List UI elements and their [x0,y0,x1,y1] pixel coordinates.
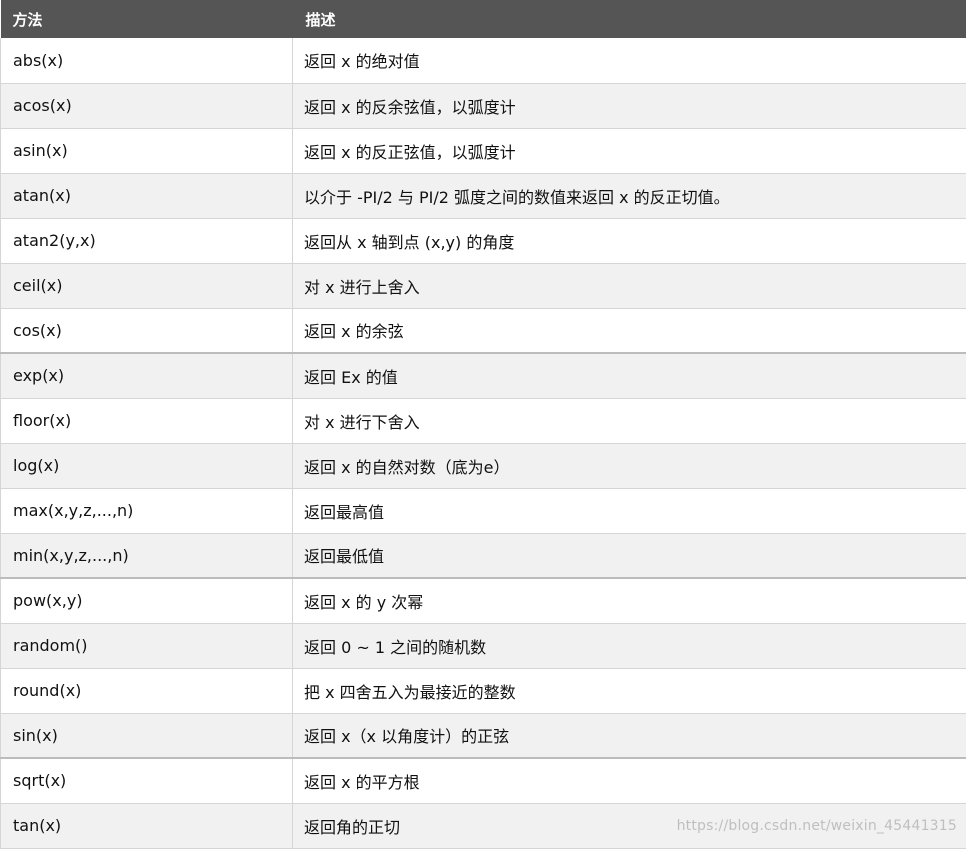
table-row: cos(x)返回 x 的余弦 [1,308,966,353]
method-cell: abs(x) [1,38,293,83]
description-cell: 返回 x 的 y 次幂 [293,578,966,623]
description-cell: 返回从 x 轴到点 (x,y) 的角度 [293,218,966,263]
method-cell: ceil(x) [1,263,293,308]
description-cell: 返回 x 的反余弦值，以弧度计 [293,83,966,128]
method-cell: min(x,y,z,...,n) [1,533,293,578]
table-row: log(x)返回 x 的自然对数（底为e） [1,443,966,488]
table-row: round(x)把 x 四舍五入为最接近的整数 [1,668,966,713]
method-cell: floor(x) [1,398,293,443]
description-cell: 把 x 四舍五入为最接近的整数 [293,668,966,713]
description-cell: 返回最低值 [293,533,966,578]
table-header-row: 方法 描述 [1,0,966,38]
table-row: atan2(y,x)返回从 x 轴到点 (x,y) 的角度 [1,218,966,263]
method-cell: tan(x) [1,803,293,848]
description-cell: 返回 x 的自然对数（底为e） [293,443,966,488]
table-row: sin(x)返回 x（x 以角度计）的正弦 [1,713,966,758]
method-cell: random() [1,623,293,668]
table-row: min(x,y,z,...,n)返回最低值 [1,533,966,578]
method-cell: sin(x) [1,713,293,758]
table-row: random()返回 0 ~ 1 之间的随机数 [1,623,966,668]
table-row: max(x,y,z,...,n)返回最高值 [1,488,966,533]
description-cell: 返回 x 的绝对值 [293,38,966,83]
method-cell: pow(x,y) [1,578,293,623]
description-cell: 返回最高值 [293,488,966,533]
method-cell: max(x,y,z,...,n) [1,488,293,533]
method-cell: log(x) [1,443,293,488]
header-description: 描述 [293,0,966,38]
method-cell: exp(x) [1,353,293,398]
description-cell: 返回 x 的余弦 [293,308,966,353]
method-cell: sqrt(x) [1,758,293,803]
table-row: sqrt(x)返回 x 的平方根 [1,758,966,803]
description-cell: 对 x 进行上舍入 [293,263,966,308]
description-cell: 以介于 -PI/2 与 PI/2 弧度之间的数值来返回 x 的反正切值。 [293,173,966,218]
header-method: 方法 [1,0,293,38]
table-row: ceil(x)对 x 进行上舍入 [1,263,966,308]
description-cell: 对 x 进行下舍入 [293,398,966,443]
table-row: asin(x)返回 x 的反正弦值，以弧度计 [1,128,966,173]
table-row: exp(x)返回 Ex 的值 [1,353,966,398]
table-row: atan(x)以介于 -PI/2 与 PI/2 弧度之间的数值来返回 x 的反正… [1,173,966,218]
method-cell: atan(x) [1,173,293,218]
description-cell: 返回 x 的反正弦值，以弧度计 [293,128,966,173]
method-cell: cos(x) [1,308,293,353]
method-cell: round(x) [1,668,293,713]
description-cell: 返回 0 ~ 1 之间的随机数 [293,623,966,668]
description-cell: 返回 Ex 的值 [293,353,966,398]
method-cell: acos(x) [1,83,293,128]
table-row: floor(x)对 x 进行下舍入 [1,398,966,443]
math-methods-table: 方法 描述 abs(x)返回 x 的绝对值 acos(x)返回 x 的反余弦值，… [0,0,966,849]
description-cell: 返回 x 的平方根 [293,758,966,803]
method-cell: asin(x) [1,128,293,173]
table-row: abs(x)返回 x 的绝对值 [1,38,966,83]
watermark-text: https://blog.csdn.net/weixin_45441315 [677,818,957,834]
method-cell: atan2(y,x) [1,218,293,263]
table-row: pow(x,y)返回 x 的 y 次幂 [1,578,966,623]
description-cell: 返回 x（x 以角度计）的正弦 [293,713,966,758]
table-row: acos(x)返回 x 的反余弦值，以弧度计 [1,83,966,128]
